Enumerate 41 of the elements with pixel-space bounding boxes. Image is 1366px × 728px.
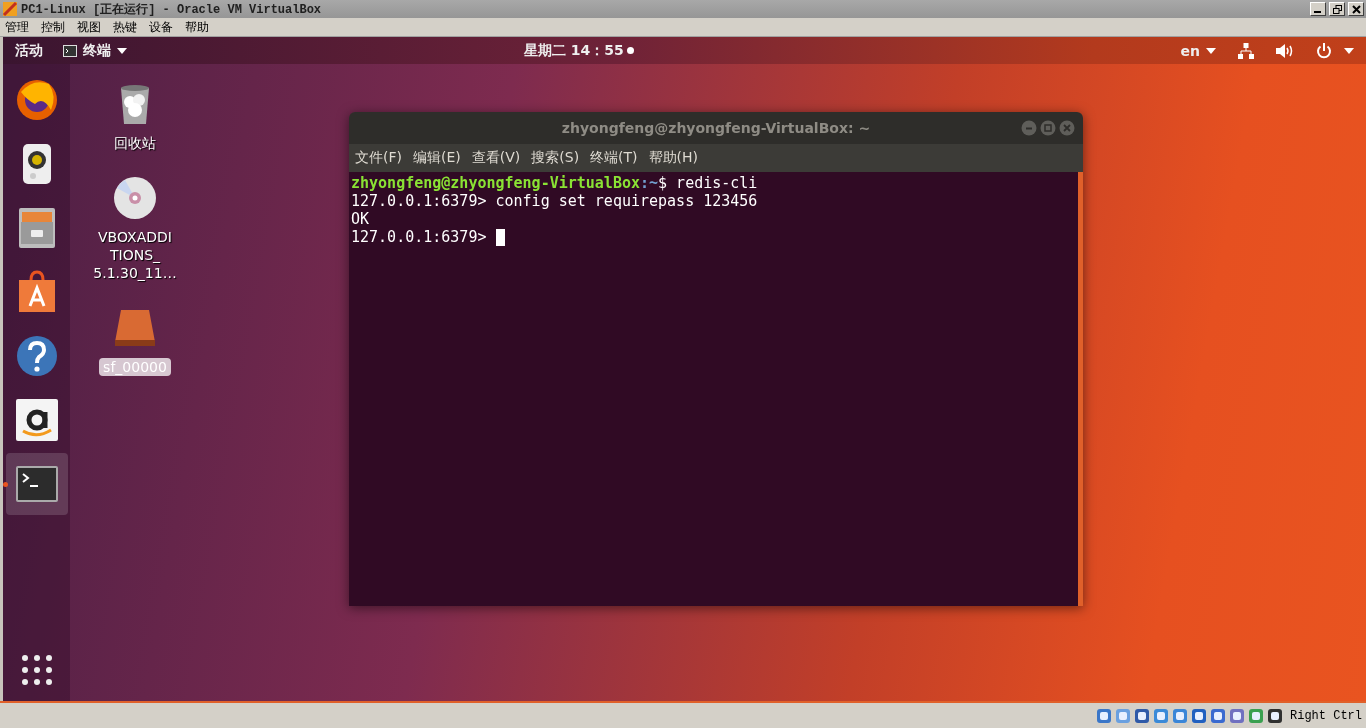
menu-item[interactable]: 设备: [149, 18, 173, 36]
virtualbox-icon: [2, 1, 18, 17]
desktop-icon-label[interactable]: VBOXADDI TIONS_ 5.1.30_11…: [89, 228, 181, 282]
restore-button[interactable]: [1329, 2, 1345, 16]
menu-item[interactable]: 编辑(E): [413, 149, 461, 167]
menu-item[interactable]: 管理: [5, 18, 29, 36]
caret-icon: [1206, 47, 1216, 54]
host-key-label: Right Ctrl: [1290, 708, 1362, 723]
caret-icon: [1344, 47, 1354, 54]
menu-item[interactable]: 文件(F): [355, 149, 402, 167]
minimize-button[interactable]: [1310, 2, 1326, 16]
terminal-line: 127.0.0.1:6379>: [351, 228, 488, 246]
app-grid-icon[interactable]: [19, 653, 54, 687]
volume-icon[interactable]: [1276, 43, 1294, 58]
dock-item[interactable]: [5, 453, 68, 515]
clock[interactable]: 星期二 14：55: [523, 41, 624, 60]
terminal-line: 127.0.0.1:6379> config set requirepass 123456: [351, 192, 758, 210]
menu-item[interactable]: 热键: [113, 18, 137, 36]
menu-item[interactable]: 终端(T): [590, 149, 638, 167]
window-title: zhyongfeng@zhyongfeng-VirtualBox: ~: [561, 120, 871, 136]
language-indicator[interactable]: en: [1180, 42, 1200, 59]
menu-item[interactable]: 视图: [77, 18, 101, 36]
activities-button[interactable]: 活动: [15, 41, 43, 60]
menu-item[interactable]: 帮助(H): [648, 149, 699, 167]
app-menu-button[interactable]: 终端: [83, 41, 111, 60]
close-icon: [1351, 4, 1361, 14]
power-icon[interactable]: [1316, 42, 1332, 59]
terminal-line: OK: [351, 210, 370, 228]
running-dot: [2, 482, 8, 487]
disc-icon: [111, 174, 159, 222]
desktop-icon-label[interactable]: 回收站: [110, 134, 160, 152]
restore-icon: [1332, 4, 1342, 14]
menu-item[interactable]: 控制: [41, 18, 65, 36]
terminal-icon: [63, 44, 77, 57]
caret-icon: [117, 47, 127, 54]
close-button[interactable]: [1348, 2, 1364, 16]
menu-item[interactable]: 搜索(S): [531, 149, 580, 167]
window-title: PC1-Linux [正在运行] - Oracle VM VirtualBox: [21, 1, 323, 18]
menu-item[interactable]: 查看(V): [471, 149, 521, 167]
terminal-line: zhyongfeng@zhyongfeng-VirtualBox:~$ redis-cli: [351, 174, 758, 192]
menu-item[interactable]: 帮助: [185, 18, 209, 36]
